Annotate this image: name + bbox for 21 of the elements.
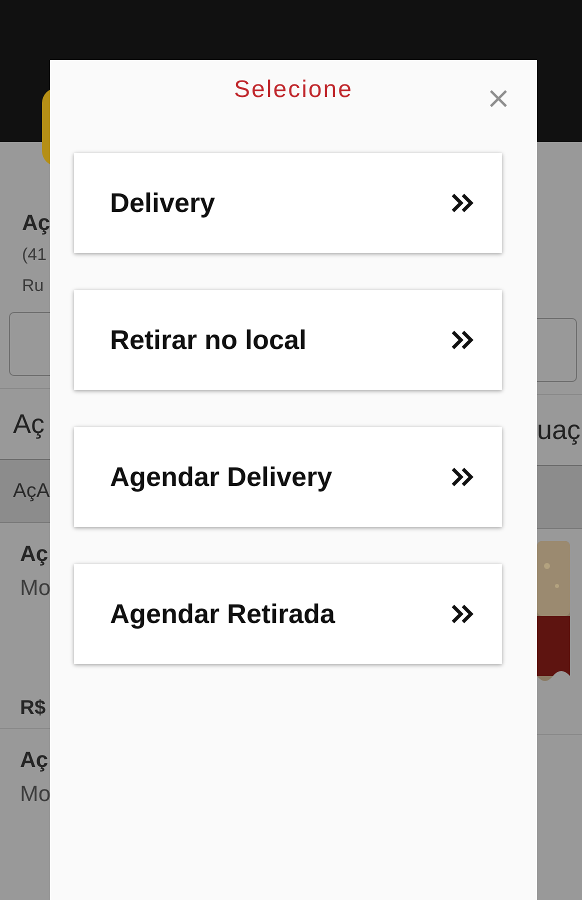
option-button[interactable]: Delivery — [74, 153, 502, 253]
product-name: Aç — [19, 540, 50, 567]
category-tab[interactable]: uaç — [537, 414, 581, 446]
option-button[interactable]: Retirar no local — [74, 290, 502, 390]
category-tab[interactable]: Aç — [0, 408, 45, 440]
double-chevron-icon — [450, 603, 476, 625]
product-price: R$ — [20, 697, 46, 720]
option-button[interactable]: Agendar Retirada — [74, 564, 502, 664]
store-phone: (41 — [21, 244, 48, 266]
double-chevron-icon — [450, 329, 476, 351]
outline-button[interactable] — [537, 318, 577, 382]
option-button[interactable]: Agendar Delivery — [74, 427, 502, 527]
store-address: Ru — [21, 275, 45, 297]
product-description: Mo — [19, 574, 50, 601]
double-chevron-icon — [450, 466, 476, 488]
double-chevron-icon — [450, 192, 476, 214]
store-name: Aç — [21, 209, 50, 236]
dialog-title: Selecione — [234, 75, 353, 105]
product-name: Aç — [19, 746, 50, 773]
section-header: AçA — [0, 460, 50, 523]
product-description: Mo — [19, 780, 50, 807]
